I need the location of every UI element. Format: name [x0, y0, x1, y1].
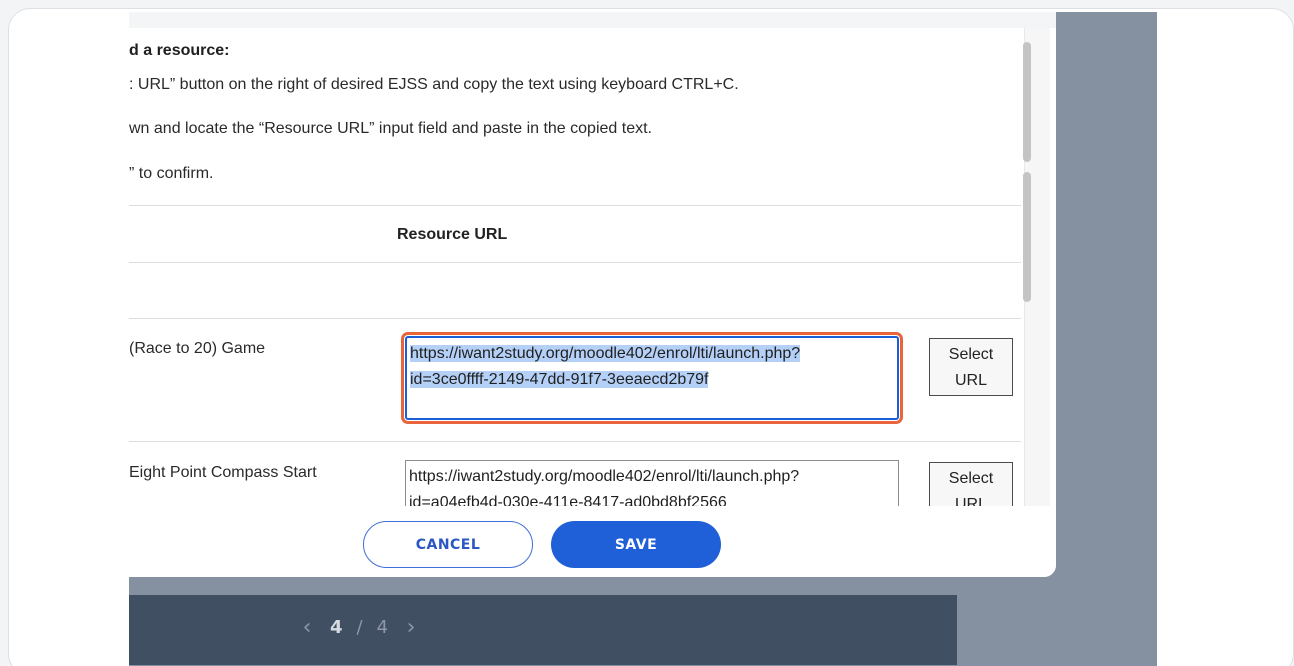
scrollbar-thumb[interactable] [1023, 172, 1031, 302]
chevron-right-icon[interactable]: › [402, 615, 420, 640]
instruction-step-1: : URL” button on the right of desired EJ… [129, 76, 739, 93]
resource-url-field[interactable]: https://iwant2study.org/moodle402/enrol/… [405, 460, 899, 506]
modal-top-strip [129, 12, 1056, 28]
table-divider [129, 318, 1021, 319]
chevron-left-icon[interactable]: ‹ [298, 615, 316, 640]
column-header-resource-url: Resource URL [397, 226, 508, 243]
url-text-line: id=3ce0ffff-2149-47dd-91f7-3eeaecd2b79f [410, 371, 709, 388]
select-url-button[interactable]: Select URL [929, 338, 1013, 396]
select-url-label: URL [954, 496, 987, 506]
table-divider [129, 205, 1021, 206]
pager-separator: / [356, 616, 363, 638]
url-text-line: https://iwant2study.org/moodle402/enrol/… [409, 468, 800, 485]
instruction-step-2: wn and locate the “Resource URL” input f… [129, 120, 652, 137]
pager: ‹ 4 / 4 › [298, 612, 428, 642]
save-button[interactable]: SAVE [551, 521, 721, 568]
instruction-step-3: ” to confirm. [129, 165, 214, 182]
instructions-heading: d a resource: [129, 42, 230, 59]
resource-modal: d a resource: : URL” button on the right… [129, 12, 1056, 577]
table-divider [129, 441, 1021, 442]
pager-total: 4 [376, 616, 389, 638]
table-row-name: Eight Point Compass Start [129, 464, 317, 481]
select-url-label: URL [954, 372, 987, 389]
modal-scroll-content[interactable]: d a resource: : URL” button on the right… [129, 28, 1021, 506]
cancel-button[interactable]: CANCEL [363, 521, 533, 568]
modal-footer: CANCEL SAVE [129, 506, 1056, 577]
select-url-label: Select [948, 470, 994, 487]
url-text-line: id=a04efb4d-030e-411e-8417-ad0bd8bf2566 [409, 494, 727, 506]
resource-url-field[interactable]: https://iwant2study.org/moodle402/enrol/… [401, 332, 903, 424]
bottom-navigation-bar [129, 595, 957, 665]
url-text-line: https://iwant2study.org/moodle402/enrol/… [410, 345, 801, 362]
pager-current: 4 [330, 616, 343, 638]
table-row-name: (Race to 20) Game [129, 340, 266, 357]
select-url-label: Select [948, 346, 994, 363]
scrollbar-thumb[interactable] [1023, 42, 1031, 162]
table-divider [129, 262, 1021, 263]
select-url-button[interactable]: Select URL [929, 462, 1013, 506]
